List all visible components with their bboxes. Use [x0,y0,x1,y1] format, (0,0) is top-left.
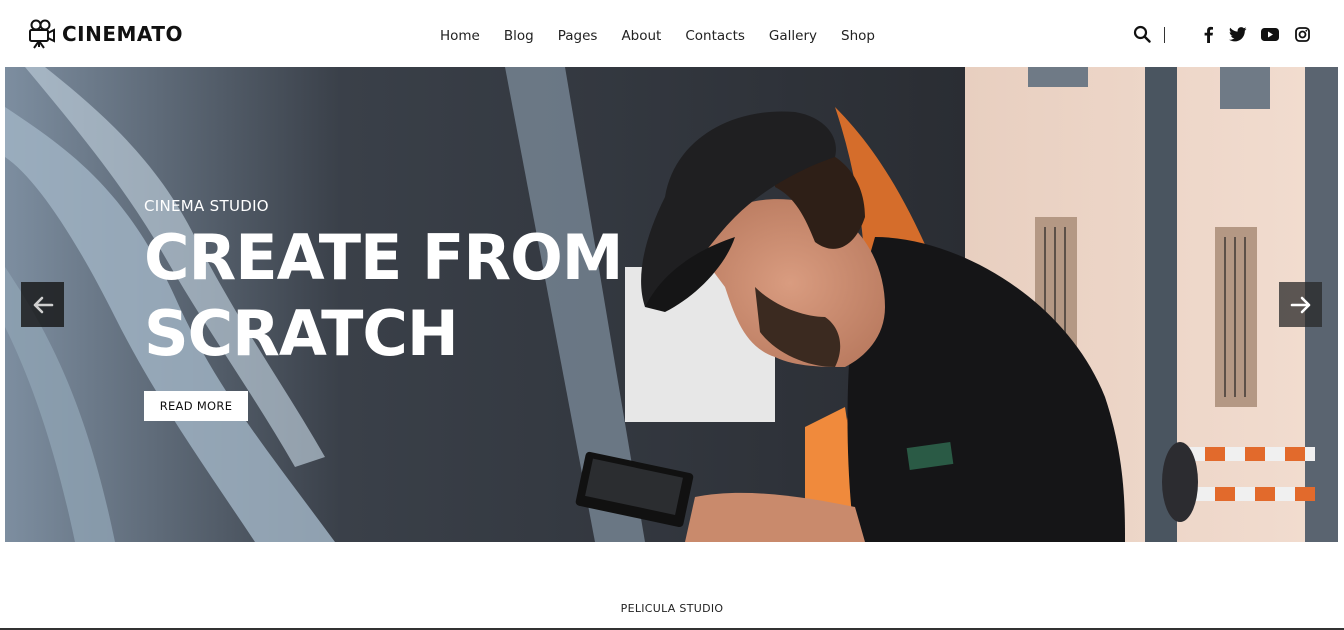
youtube-icon[interactable] [1260,24,1280,44]
header-divider [1164,27,1165,43]
read-more-button[interactable]: READ MORE [144,391,248,421]
site-logo[interactable]: CINEMATO [28,19,183,49]
facebook-icon[interactable] [1198,24,1218,44]
hero-slider: CINEMA STUDIO CREATE FROM SCRATCH READ M… [5,67,1338,542]
movie-camera-icon [29,19,55,49]
header-tools [1104,24,1344,48]
twitter-icon[interactable] [1228,24,1248,44]
nav-item-blog[interactable]: Blog [504,27,534,45]
nav-item-about[interactable]: About [621,27,661,45]
nav-item-gallery[interactable]: Gallery [769,27,817,45]
arrow-right-icon [1290,296,1310,313]
nav-item-pages[interactable]: Pages [558,27,598,45]
instagram-icon[interactable] [1292,24,1312,44]
main-nav: Home Blog Pages About Contacts Gallery S… [440,27,899,45]
slider-next-button[interactable] [1279,282,1322,327]
site-header: CINEMATO Home Blog Pages About Contacts … [0,0,1344,67]
section-subtitle: PELICULA STUDIO [620,602,724,615]
nav-item-shop[interactable]: Shop [841,27,875,45]
hero-title: CREATE FROM SCRATCH [144,221,624,370]
arrow-left-icon [33,296,53,313]
nav-item-contacts[interactable]: Contacts [685,27,745,45]
slider-prev-button[interactable] [21,282,64,327]
search-icon[interactable] [1132,24,1152,44]
hero-kicker: CINEMA STUDIO [144,197,269,215]
nav-item-home[interactable]: Home [440,27,480,45]
brand-name: CINEMATO [62,22,183,46]
